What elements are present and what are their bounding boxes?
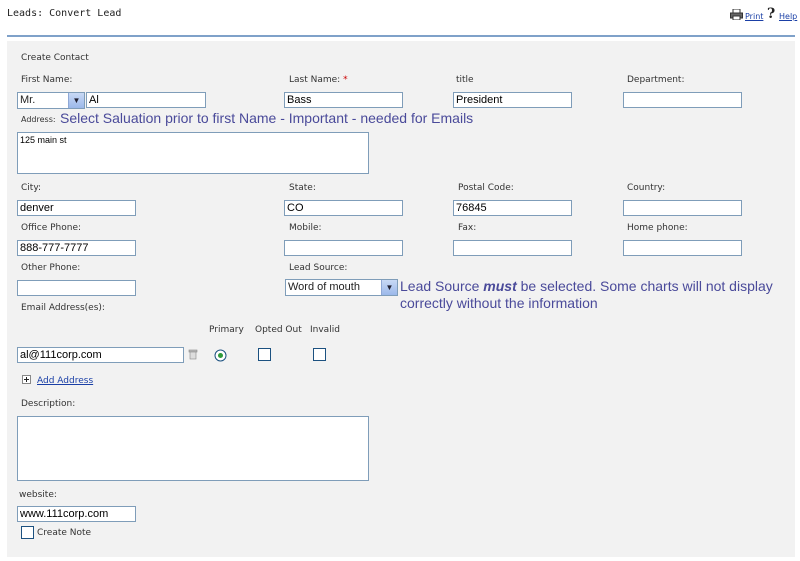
office-phone-input[interactable]: 888-777-7777 [17,240,136,256]
salutation-annotation: Select Saluation prior to first Name - I… [60,110,474,126]
chevron-down-icon[interactable]: ▼ [381,280,397,295]
last-name-label: Last Name: * [289,75,348,85]
trash-icon[interactable] [188,349,198,360]
salutation-value: Mr. [20,94,36,106]
help-link[interactable]: Help [779,12,797,21]
address-label: Address: [21,115,56,124]
first-name-input[interactable]: Al [86,92,206,108]
print-link[interactable]: Print [745,12,763,21]
page-header: Leads: Convert Lead Print ? Help [0,0,800,34]
department-label: Department: [627,75,685,85]
lead-source-label: Lead Source: [289,263,348,273]
department-input[interactable] [623,92,742,108]
website-label: website: [19,490,57,500]
primary-column-label: Primary [209,325,244,335]
question-mark-icon[interactable]: ? [767,6,775,22]
city-label: City: [21,183,42,193]
website-input[interactable]: www.111corp.com [17,506,136,522]
postal-code-label: Postal Code: [458,183,514,193]
primary-radio[interactable] [214,349,227,362]
postal-code-input[interactable]: 76845 [453,200,572,216]
fax-input[interactable] [453,240,572,256]
opted-out-checkbox[interactable] [258,348,271,361]
city-input[interactable]: denver [17,200,136,216]
email-input[interactable]: al@111corp.com [17,347,184,363]
country-label: Country: [627,183,666,193]
last-name-input[interactable]: Bass [284,92,403,108]
lead-source-value: Word of mouth [288,281,360,293]
title-input[interactable]: President [453,92,572,108]
create-note-checkbox[interactable] [21,526,34,539]
add-address-link[interactable]: Add Address [37,376,93,386]
title-label: title [456,75,474,85]
lead-source-select[interactable]: Word of mouth ▼ [285,279,398,296]
address-textarea[interactable]: 125 main st [17,132,369,174]
invalid-column-label: Invalid [310,325,340,335]
description-textarea[interactable] [17,416,369,481]
country-input[interactable] [623,200,742,216]
home-phone-input[interactable] [623,240,742,256]
salutation-select[interactable]: Mr. ▼ [17,92,85,109]
email-addresses-label: Email Address(es): [21,303,105,313]
other-phone-input[interactable] [17,280,136,296]
section-title: Create Contact [21,53,89,63]
lead-source-annotation: Lead Source must be selected. Some chart… [400,278,773,311]
plus-box-icon[interactable] [22,375,31,384]
first-name-label: First Name: [21,75,73,85]
description-label: Description: [21,399,76,409]
state-label: State: [289,183,316,193]
required-mark: * [343,75,348,85]
header-divider [7,35,795,37]
office-phone-label: Office Phone: [21,223,82,233]
invalid-checkbox[interactable] [313,348,326,361]
home-phone-label: Home phone: [627,223,688,233]
mobile-label: Mobile: [289,223,322,233]
printer-icon[interactable] [730,8,743,21]
mobile-input[interactable] [284,240,403,256]
other-phone-label: Other Phone: [21,263,81,273]
chevron-down-icon[interactable]: ▼ [68,93,84,108]
create-note-label: Create Note [37,528,92,538]
state-input[interactable]: CO [284,200,403,216]
opted-out-column-label: Opted Out [255,325,302,335]
page-title: Leads: Convert Lead [7,8,122,19]
fax-label: Fax: [458,223,477,233]
